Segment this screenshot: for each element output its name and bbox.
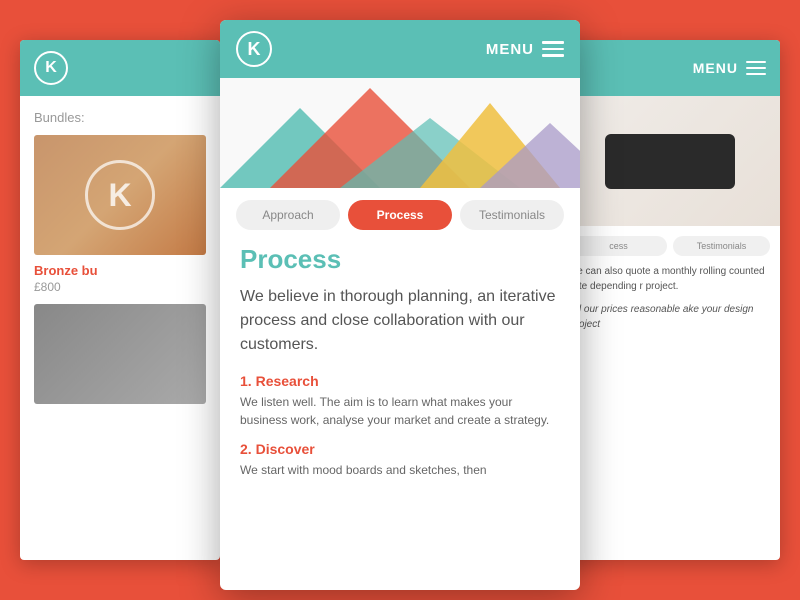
main-hamburger-icon[interactable] bbox=[542, 41, 564, 57]
right-card-text: we can also quote a monthly rolling coun… bbox=[560, 264, 780, 294]
right-tab-testimonials[interactable]: Testimonials bbox=[673, 236, 770, 256]
main-card: K MENU Approach Process Testimo bbox=[220, 20, 580, 590]
sunglasses-case bbox=[605, 134, 735, 189]
bundle-image: K bbox=[34, 135, 206, 255]
main-menu[interactable]: MENU bbox=[486, 41, 564, 58]
right-card-italic: nd our prices reasonable ake your design… bbox=[560, 294, 780, 332]
item-2-number: 2. bbox=[240, 441, 252, 457]
right-card-tabs: cess Testimonials bbox=[560, 226, 780, 264]
item-2-heading: 2. Discover bbox=[240, 441, 560, 457]
item-1-text: We listen well. The aim is to learn what… bbox=[240, 393, 560, 429]
right-card-header: MENU bbox=[560, 40, 780, 96]
hamburger-line-2 bbox=[746, 67, 766, 69]
section-title: Process bbox=[240, 244, 560, 275]
item-1-number: 1. bbox=[240, 373, 252, 389]
right-card: MENU cess Testimonials we can also quote… bbox=[560, 40, 780, 560]
right-card-image bbox=[560, 96, 780, 226]
item-1-title: Research bbox=[256, 373, 319, 389]
mountains-svg bbox=[220, 78, 580, 188]
tab-testimonials[interactable]: Testimonials bbox=[460, 200, 564, 230]
hamburger-line-1 bbox=[746, 61, 766, 63]
item-2-text: We start with mood boards and sketches, … bbox=[240, 461, 560, 479]
main-card-header: K MENU bbox=[220, 20, 580, 78]
bundle-image-2 bbox=[34, 304, 206, 404]
main-tabs: Approach Process Testimonials bbox=[220, 188, 580, 240]
right-hamburger-icon[interactable] bbox=[746, 61, 766, 75]
bundle-logo: K bbox=[85, 160, 155, 230]
item-1-heading: 1. Research bbox=[240, 373, 560, 389]
item-2-title: Discover bbox=[256, 441, 315, 457]
main-content: Process We believe in thorough planning,… bbox=[220, 240, 580, 507]
hamburger-line-3 bbox=[746, 73, 766, 75]
bundle-price: £800 bbox=[34, 280, 206, 294]
intro-text: We believe in thorough planning, an iter… bbox=[240, 285, 560, 357]
tab-approach[interactable]: Approach bbox=[236, 200, 340, 230]
right-menu-label: MENU bbox=[693, 60, 738, 76]
right-card-image-overlay bbox=[560, 96, 780, 226]
left-card-body: Bundles: K Bronze bu £800 bbox=[20, 96, 220, 418]
tab-process[interactable]: Process bbox=[348, 200, 452, 230]
left-card-header: K bbox=[20, 40, 220, 96]
hamburger-main-line-1 bbox=[542, 41, 564, 44]
hamburger-main-line-3 bbox=[542, 54, 564, 57]
main-menu-label: MENU bbox=[486, 41, 534, 58]
main-logo: K bbox=[236, 31, 272, 67]
mountains-area bbox=[220, 78, 580, 188]
bundle-name: Bronze bu bbox=[34, 263, 206, 278]
hamburger-main-line-2 bbox=[542, 48, 564, 51]
left-logo: K bbox=[34, 51, 68, 85]
right-tab-process[interactable]: cess bbox=[570, 236, 667, 256]
bundles-label: Bundles: bbox=[34, 110, 206, 125]
left-card: K Bundles: K Bronze bu £800 bbox=[20, 40, 220, 560]
